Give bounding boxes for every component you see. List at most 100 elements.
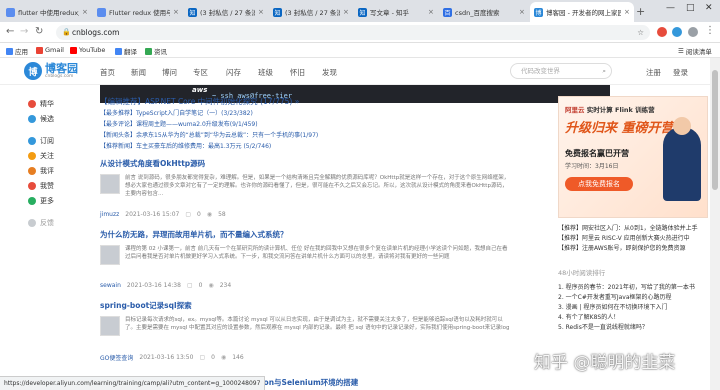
sidebar-item-feedback[interactable]: 反馈 — [28, 215, 88, 230]
post-author[interactable]: jimuzz — [100, 211, 119, 218]
ad-date: 学习时间：3月16日 — [565, 163, 619, 170]
post-title[interactable]: 从设计模式角度看OkHttp源码 — [100, 158, 510, 170]
sidebar-item-my-likes[interactable]: 我赞 — [28, 178, 88, 193]
nav-discover[interactable]: 发现 — [322, 67, 337, 78]
sidebar-item-candidates[interactable]: 候选 — [28, 111, 88, 126]
comment-icon: ▢ — [199, 354, 206, 361]
url-field[interactable]: 🔒 cnblogs.com ☆ — [56, 25, 650, 40]
minimize-icon[interactable]: — — [666, 3, 675, 13]
comment-count[interactable]: 0 — [211, 354, 215, 361]
close-window-icon[interactable]: ✕ — [705, 3, 713, 13]
avatar[interactable] — [100, 316, 120, 336]
bookmark-label: Gmail — [45, 46, 64, 54]
close-tab-icon[interactable]: × — [258, 8, 264, 16]
profile-icon[interactable] — [688, 27, 698, 37]
post-author[interactable]: sewain — [100, 282, 121, 289]
tab-favicon-icon: 知 — [188, 7, 197, 17]
register-link[interactable]: 注册 — [646, 67, 661, 78]
scrollbar-thumb[interactable] — [712, 70, 718, 190]
hot-list-item[interactable]: 3. 漫画 | 程序员如何在不切换环境下入门 — [558, 303, 708, 313]
bookmark-youtube[interactable]: YouTube — [70, 46, 105, 54]
search-icon[interactable]: ⌕ — [602, 64, 606, 78]
site-logo[interactable]: 博 博客园 cnblogs.com — [24, 62, 78, 80]
site-search-input[interactable]: 代码改变世界 ⌕ — [510, 63, 612, 79]
post-title[interactable]: spring-boot记录sql探索 — [100, 300, 510, 312]
login-link[interactable]: 登录 — [673, 67, 688, 78]
sidebar-item-subscribe[interactable]: 订阅 — [28, 133, 88, 148]
ad-signup-button[interactable]: 点我免费报名 — [565, 177, 633, 191]
comment-count[interactable]: 0 — [197, 211, 201, 218]
browser-menu-icon[interactable]: ⋮ — [705, 25, 715, 36]
address-bar-row: ← → ↻ 🔒 cnblogs.com ☆ ⋮ — [0, 22, 720, 43]
promo-link[interactable]: 【推荐】阿里云 RISC-V 应用创新大赛火热进行中 — [558, 234, 708, 244]
browser-tab[interactable]: 知写文章 - 知乎 × — [354, 2, 438, 22]
pinned-link[interactable]: 【最多评论】课程周主题——wuma2.0升级发布(9/1/459) — [100, 119, 510, 130]
post-item: spring-boot记录sql探索 目标记录每次请求的sql，ex。mysql… — [100, 300, 510, 362]
logo-icon: 博 — [24, 62, 42, 80]
hot-list-item[interactable]: 4. 有个了解K8S的人！ — [558, 313, 708, 323]
nav-flash[interactable]: 闪存 — [226, 67, 241, 78]
bookmark-apps[interactable]: 应用 — [6, 46, 28, 56]
avatar[interactable] — [100, 245, 120, 265]
pinned-link[interactable]: 【最多推荐】TypeScript入门自学笔记（一）(3/23/382) — [100, 108, 510, 119]
reading-list[interactable]: ☰ 阅读清单 — [678, 46, 712, 56]
reload-icon[interactable]: ↻ — [35, 26, 43, 37]
sidebar-item-more[interactable]: 更多 — [28, 193, 88, 208]
nav-nostalgia[interactable]: 怀旧 — [290, 67, 305, 78]
browser-tab[interactable]: flutter 中使用redux之基× — [2, 2, 92, 22]
ad-headline: 阿里云 实时计算 Flink 训练营 — [565, 104, 655, 114]
nav-home[interactable]: 首页 — [100, 67, 115, 78]
nav-questions[interactable]: 博问 — [162, 67, 177, 78]
bookmark-gmail[interactable]: Gmail — [36, 46, 64, 54]
view-count: 146 — [232, 354, 244, 361]
browser-tab[interactable]: Flutter redux 使用与线× — [93, 2, 183, 22]
bookmark-label: 应用 — [15, 48, 28, 56]
pinned-link[interactable]: 【推荐新闻】车主买豪车后的维修费用：最高1.3万元 (5/2/746) — [100, 141, 510, 152]
close-tab-icon[interactable]: × — [519, 8, 525, 16]
promo-link[interactable]: 【推荐】注册AWS账号，即刻保护您的免费资源 — [558, 244, 708, 254]
hot-list-heading: 48小时阅读排行 — [558, 269, 606, 277]
avatar[interactable] — [100, 174, 120, 194]
hot-list: 1. 程序员的春节：2021年初，写给了我的第一本书 2. 一个C#开发者重写J… — [558, 283, 708, 333]
ad-person-image — [663, 117, 701, 201]
extension-icon[interactable] — [672, 27, 682, 37]
post-item: 为什么防无路，异理而故用单片机，而不量编入式系统？ 课程的第 02 小课第一，前… — [100, 229, 510, 289]
nav-class[interactable]: 班级 — [258, 67, 273, 78]
close-tab-icon[interactable]: × — [82, 8, 88, 16]
promo-link[interactable]: 【推荐】网安社区入门：从0到1，全链路体验并上手 — [558, 224, 708, 234]
nav-zone[interactable]: 专区 — [193, 67, 208, 78]
bookmark-label: YouTube — [79, 46, 106, 54]
pinned-link[interactable]: 【新闻头条】余承东15从华为的“总裁”到“华为云总裁”：只有一个手机的事(1/9… — [100, 130, 510, 141]
tab-title: Flutter redux 使用与线 — [109, 9, 170, 17]
bookmark-star-icon[interactable]: ☆ — [637, 25, 644, 40]
browser-tab[interactable]: 知(3 封私信 / 27 条消息× — [184, 2, 268, 22]
maximize-icon[interactable]: □ — [686, 3, 695, 13]
back-icon[interactable]: ← — [6, 26, 14, 37]
close-tab-icon[interactable]: × — [624, 8, 630, 16]
post-author[interactable]: GO便签查询 — [100, 353, 133, 362]
close-tab-icon[interactable]: × — [428, 8, 434, 16]
ad-card[interactable]: 阿里云 实时计算 Flink 训练营 升级归来 重磅开营 免费报名赢巴开营 学习… — [558, 96, 708, 218]
forward-icon[interactable]: → — [20, 26, 28, 37]
hot-list-item[interactable]: 1. 程序员的春节：2021年初，写给了我的第一本书 — [558, 283, 708, 293]
page-scrollbar[interactable] — [710, 58, 720, 390]
sidebar-item-featured[interactable]: 精华 — [28, 96, 88, 111]
hot-list-item[interactable]: 2. 一个C#开发者重写Java框架的心路历程 — [558, 293, 708, 303]
new-tab-icon[interactable]: + — [636, 5, 645, 18]
bookmark-news[interactable]: 资讯 — [145, 46, 167, 56]
extension-icon[interactable] — [657, 27, 667, 37]
post-title[interactable]: 为什么防无路，异理而故用单片机，而不量编入式系统？ — [100, 229, 510, 241]
sidebar-item-label: 候选 — [40, 114, 54, 123]
close-tab-icon[interactable]: × — [343, 8, 349, 16]
browser-tab-active[interactable]: 博博客园 - 开发者的网上家园 × — [530, 2, 634, 22]
pinned-link[interactable]: 【编辑推荐】ASP.NET Core 中间件初始化探究 (17/775) » — [100, 96, 510, 108]
browser-tab[interactable]: 知(3 封私信 / 27 条消息× — [269, 2, 353, 22]
bookmark-translate[interactable]: 翻译 — [115, 46, 137, 56]
close-tab-icon[interactable]: × — [173, 8, 179, 16]
nav-news[interactable]: 新闻 — [131, 67, 146, 78]
hot-list-item[interactable]: 5. Redis不是一直说线程就绪吗？ — [558, 323, 708, 333]
comment-count[interactable]: 0 — [199, 282, 203, 289]
sidebar-item-my-comments[interactable]: 我评 — [28, 163, 88, 178]
sidebar-item-follow[interactable]: 关注 — [28, 148, 88, 163]
browser-tab[interactable]: 百 csdn_百度搜索 × — [439, 2, 529, 22]
